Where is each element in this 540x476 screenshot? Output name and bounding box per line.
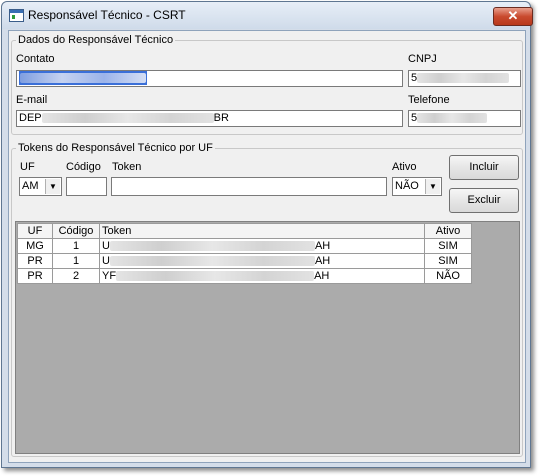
- token-start: YF: [102, 270, 117, 282]
- contato-input[interactable]: [16, 70, 403, 87]
- cnpj-input[interactable]: 5: [408, 70, 521, 87]
- codigo-label: Código: [66, 161, 101, 173]
- window-title: Responsável Técnico - CSRT: [28, 8, 186, 22]
- column-header-ativo[interactable]: Ativo: [424, 223, 472, 239]
- column-header-uf[interactable]: UF: [17, 223, 53, 239]
- table-row[interactable]: PR 2 YF AH NÃO: [17, 268, 472, 284]
- table-row[interactable]: PR 1 U AH SIM: [17, 253, 472, 269]
- uf-select-value: AM: [22, 180, 39, 192]
- token-end: AH: [314, 240, 331, 252]
- tokens-table: UF Código Token Ativo MG 1 U AH SIM PR 1…: [17, 223, 472, 284]
- codigo-input[interactable]: [66, 177, 107, 196]
- table-header-row: UF Código Token Ativo: [17, 223, 472, 239]
- token-end: AH: [314, 270, 330, 282]
- telefone-input[interactable]: 5: [408, 110, 521, 127]
- chevron-down-icon[interactable]: ▼: [425, 179, 440, 194]
- tokens-grid[interactable]: UF Código Token Ativo MG 1 U AH SIM PR 1…: [15, 221, 520, 454]
- cell-uf: PR: [17, 253, 53, 269]
- title-bar[interactable]: Responsável Técnico - CSRT ✕: [2, 2, 533, 29]
- cell-token: U AH: [99, 253, 425, 269]
- contato-selected-text: [19, 71, 147, 85]
- dialog-client: Dados do Responsável Técnico Contato CNP…: [8, 30, 526, 463]
- token-start: U: [102, 240, 110, 252]
- close-button[interactable]: ✕: [493, 7, 533, 26]
- cell-uf: MG: [17, 238, 53, 254]
- cell-codigo: 1: [52, 253, 100, 269]
- telefone-label: Telefone: [408, 94, 450, 106]
- table-row[interactable]: MG 1 U AH SIM: [17, 238, 472, 254]
- column-header-token[interactable]: Token: [99, 223, 425, 239]
- responsavel-legend: Dados do Responsável Técnico: [18, 34, 174, 46]
- cnpj-label: CNPJ: [408, 53, 437, 65]
- ativo-select[interactable]: NÃO ▼: [392, 177, 442, 196]
- tokens-legend: Tokens do Responsável Técnico por UF: [18, 142, 213, 154]
- uf-label: UF: [20, 161, 35, 173]
- email-label: E-mail: [16, 94, 48, 106]
- column-header-codigo[interactable]: Código: [52, 223, 100, 239]
- email-suffix: BR: [213, 112, 229, 124]
- token-input[interactable]: [111, 177, 387, 196]
- dialog-window: Responsável Técnico - CSRT ✕ Dados do Re…: [1, 1, 533, 468]
- ativo-select-value: NÃO: [395, 180, 419, 192]
- cell-codigo: 1: [52, 238, 100, 254]
- email-input[interactable]: DEP BR: [16, 110, 403, 127]
- token-label: Token: [112, 161, 142, 173]
- incluir-button[interactable]: Incluir: [449, 155, 519, 180]
- ativo-label: Ativo: [392, 161, 417, 173]
- cell-ativo: NÃO: [424, 268, 472, 284]
- excluir-button[interactable]: Excluir: [449, 188, 519, 213]
- token-end: AH: [314, 255, 331, 267]
- cell-ativo: SIM: [424, 238, 472, 254]
- cell-ativo: SIM: [424, 253, 472, 269]
- email-prefix: DEP: [19, 112, 42, 124]
- cell-codigo: 2: [52, 268, 100, 284]
- chevron-down-icon[interactable]: ▼: [45, 179, 60, 194]
- app-icon: [9, 9, 24, 22]
- uf-select[interactable]: AM ▼: [19, 177, 62, 196]
- cell-token: YF AH: [99, 268, 425, 284]
- contato-label: Contato: [16, 53, 55, 65]
- cell-uf: PR: [17, 268, 53, 284]
- token-start: U: [102, 255, 110, 267]
- cell-token: U AH: [99, 238, 425, 254]
